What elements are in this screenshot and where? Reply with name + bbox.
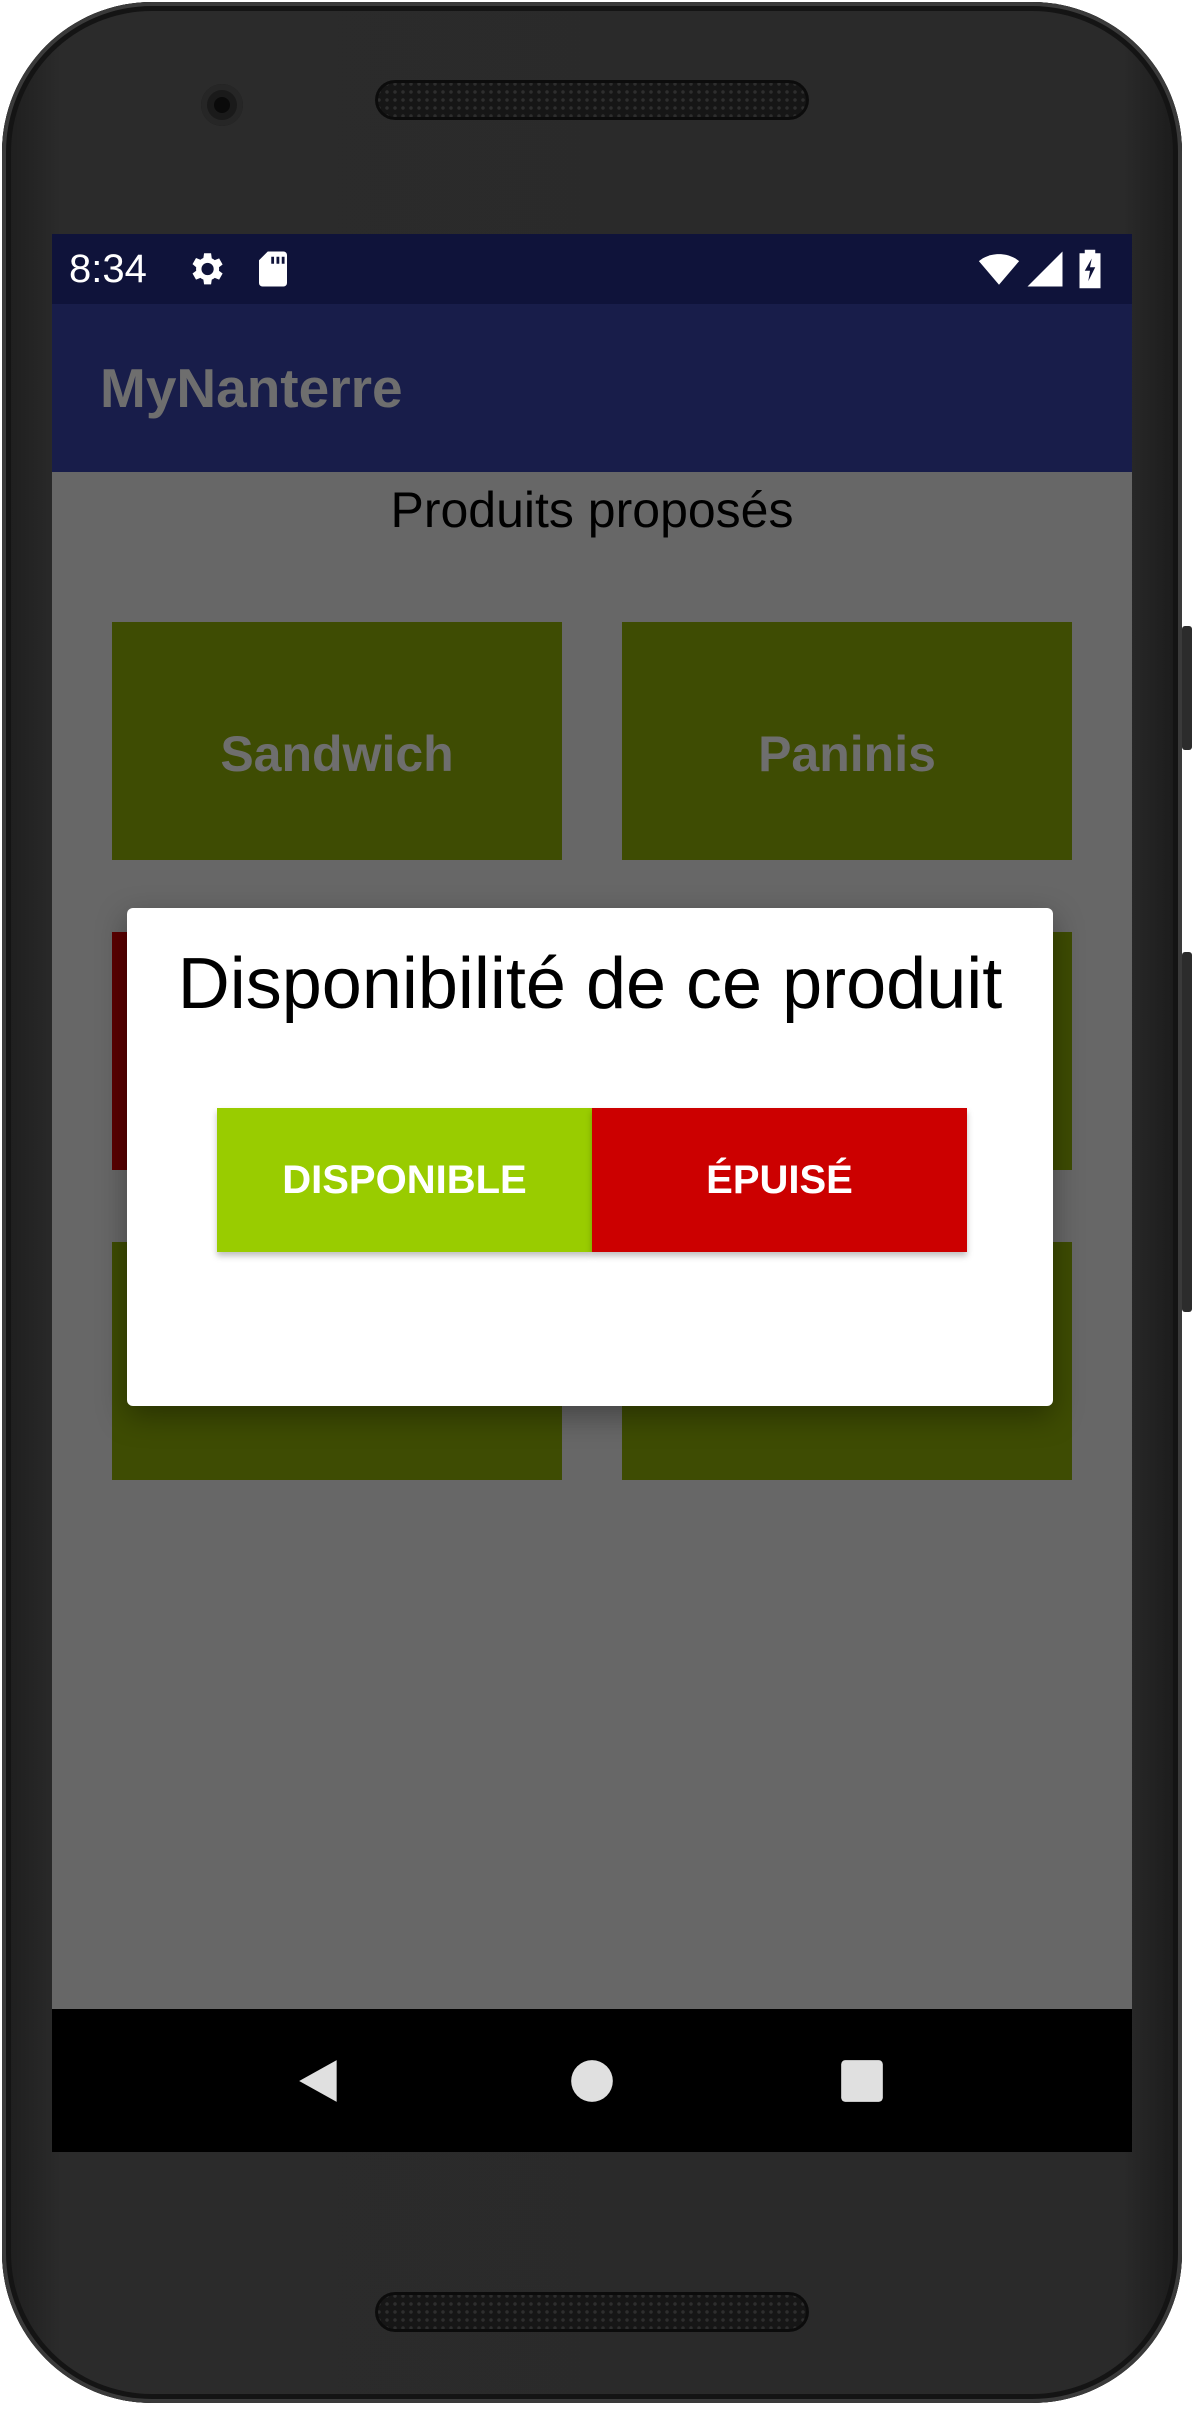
home-icon[interactable]: [567, 2056, 617, 2106]
screen: 8:34 MyNanterre Produits proposés Sandwi…: [52, 234, 1132, 2152]
app-title: MyNanterre: [100, 357, 403, 419]
bottom-speaker: [375, 2292, 809, 2332]
status-bar: 8:34: [52, 234, 1132, 304]
top-speaker: [375, 80, 809, 120]
battery-charging-icon: [1079, 249, 1101, 289]
back-icon[interactable]: [295, 2056, 345, 2106]
navigation-bar: [52, 2009, 1132, 2152]
front-camera: [201, 84, 243, 126]
dialog-title: Disponibilité de ce produit: [177, 944, 1003, 1024]
sd-card-icon: [259, 251, 287, 287]
product-tile-sandwich[interactable]: Sandwich: [112, 622, 562, 860]
cell-signal-icon: [1027, 251, 1063, 287]
sold-out-button[interactable]: ÉPUISÉ: [592, 1108, 967, 1252]
available-button[interactable]: DISPONIBLE: [217, 1108, 592, 1252]
availability-dialog: Disponibilité de ce produit DISPONIBLE É…: [127, 908, 1053, 1406]
status-time: 8:34: [69, 247, 147, 291]
product-tile-label: Sandwich: [220, 726, 454, 782]
product-tile-label: Paninis: [758, 726, 936, 782]
products-heading: Produits proposés: [390, 482, 794, 538]
product-tile-paninis[interactable]: Paninis: [622, 622, 1072, 860]
gear-icon: [192, 253, 223, 285]
volume-button: [1182, 952, 1192, 1312]
recents-icon[interactable]: [837, 2056, 887, 2106]
power-button: [1182, 626, 1192, 750]
phone-frame: 8:34 MyNanterre Produits proposés Sandwi…: [0, 0, 1194, 2409]
wifi-icon: [978, 254, 1020, 285]
app-bar: MyNanterre: [52, 304, 1132, 472]
